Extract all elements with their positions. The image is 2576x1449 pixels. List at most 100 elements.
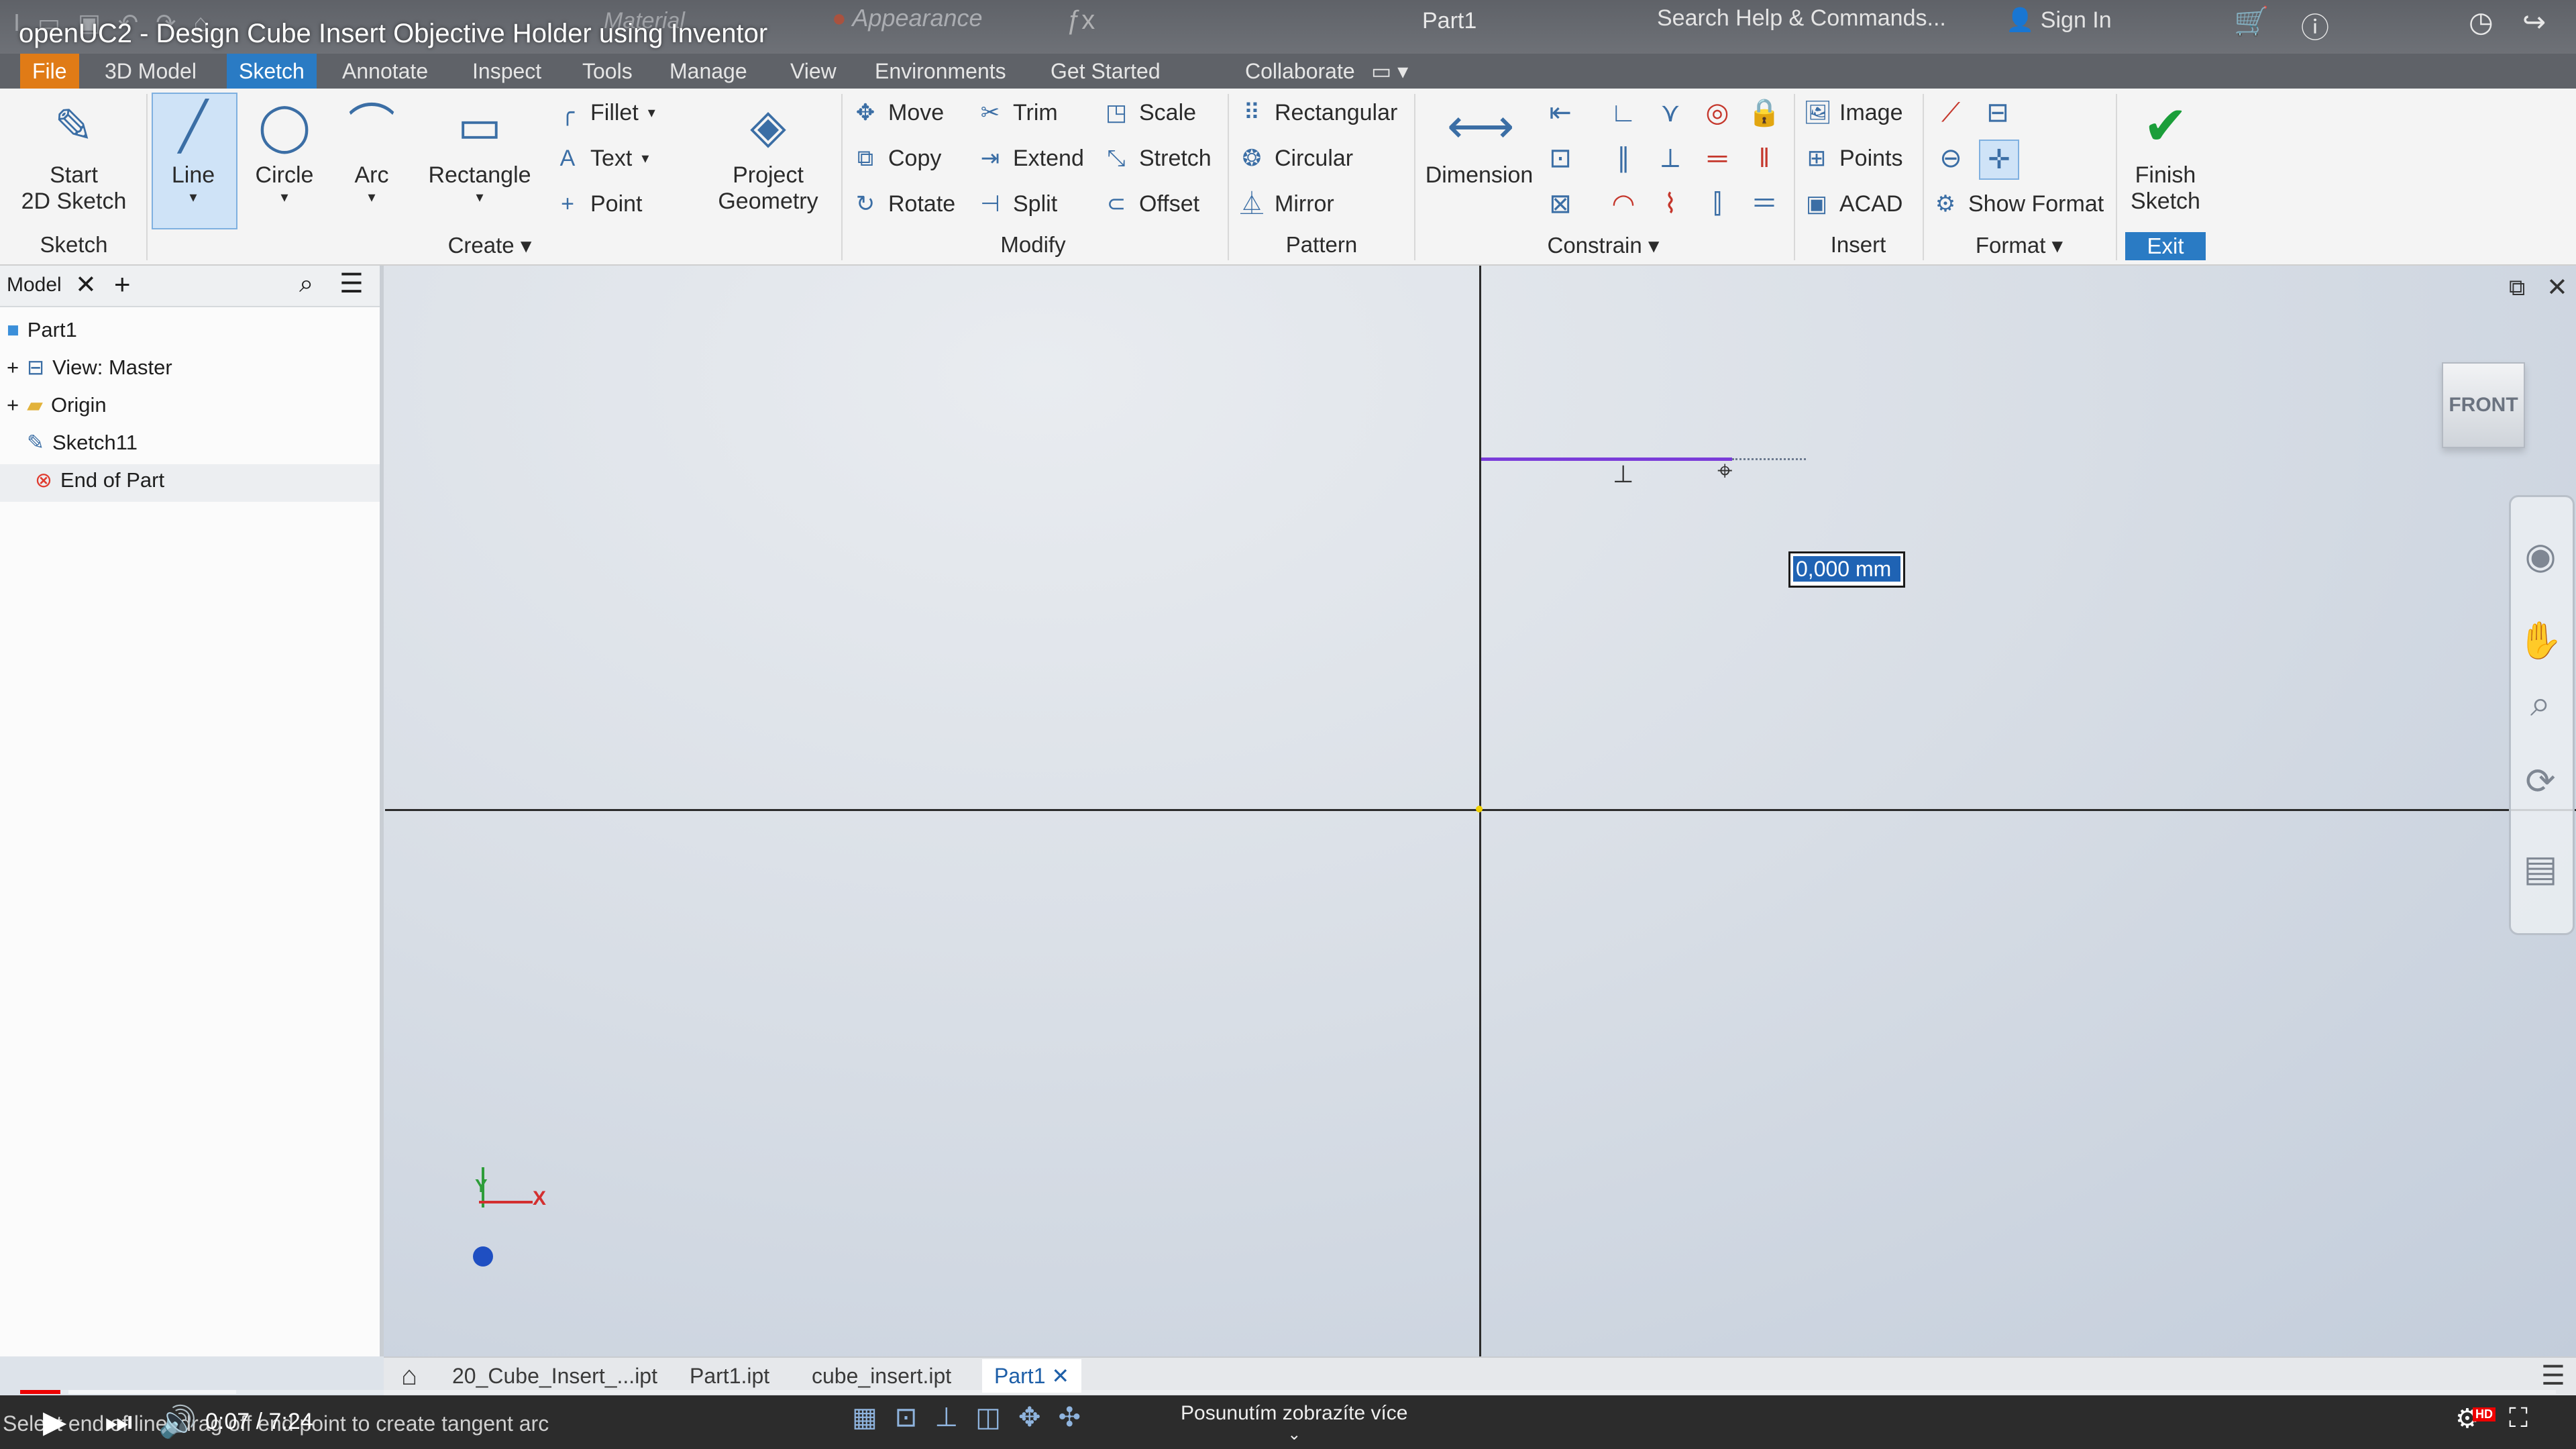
constraint-settings-icon[interactable]: ⊠ <box>1542 185 1579 223</box>
ribbon-display-toggle[interactable]: ▭ ▾ <box>1359 54 1420 89</box>
circular-pattern-button[interactable]: ❂ Circular <box>1238 145 1353 172</box>
tab-sketch[interactable]: Sketch <box>227 54 317 89</box>
add-icon[interactable]: + <box>114 268 131 301</box>
centerline-icon[interactable]: ⊖ <box>1932 140 1970 177</box>
tree-item-part1[interactable]: ■ Part1 <box>7 318 77 342</box>
grid-icon[interactable]: ▦ <box>852 1402 877 1433</box>
rectangle-button[interactable]: ▭ Rectangle ▾ <box>423 94 537 206</box>
tab-collaborate[interactable]: Collaborate <box>1233 54 1367 89</box>
home-tab-icon[interactable]: ⌂ <box>389 1359 429 1393</box>
panel-label-format[interactable]: Format ▾ <box>1959 232 2080 258</box>
circle-button[interactable]: ◯ Circle ▾ <box>243 94 326 206</box>
show-format-button[interactable]: ⚙ Show Format <box>1932 191 2104 217</box>
move-button[interactable]: ✥ Move <box>852 99 944 126</box>
play-icon[interactable]: ▶ <box>43 1403 66 1440</box>
cart-icon[interactable]: 🛒 <box>2234 5 2269 38</box>
share-icon[interactable]: ↪ <box>2522 5 2546 38</box>
panel-label-create[interactable]: Create ▾ <box>402 232 577 258</box>
rectangular-pattern-button[interactable]: ⠿ Rectangular <box>1238 99 1398 126</box>
acad-button[interactable]: ▣ ACAD <box>1803 191 1903 217</box>
tab-manage[interactable]: Manage <box>657 54 759 89</box>
trim-button[interactable]: ✂ Trim <box>977 99 1058 126</box>
help-icon[interactable]: ⓘ <box>2301 5 2329 46</box>
symmetric-icon[interactable]: ⫿ <box>1699 185 1736 223</box>
tab-view[interactable]: View <box>778 54 849 89</box>
video-title[interactable]: openUC2 - Design Cube Insert Objective H… <box>19 19 767 49</box>
expand-icon[interactable]: + <box>7 393 19 417</box>
close-icon[interactable]: ✕ <box>75 270 97 300</box>
smooth-icon[interactable]: ⌇ <box>1652 185 1689 223</box>
close-view-icon[interactable]: ✕ <box>2546 272 2568 303</box>
panel-label-constrain[interactable]: Constrain ▾ <box>1529 232 1677 258</box>
tab-3d-model[interactable]: 3D Model <box>93 54 209 89</box>
video-progress-track[interactable] <box>20 1390 2556 1394</box>
tab-file[interactable]: File <box>20 54 79 89</box>
fullscreen-exit-icon[interactable]: ⛶ <box>2509 1403 2528 1434</box>
sketch-line[interactable] <box>1481 458 1732 461</box>
perpendicular-icon[interactable]: ⟂ <box>1652 140 1689 177</box>
dimension-input[interactable]: 0,000 mm <box>1788 551 1905 588</box>
expand-icon[interactable]: + <box>7 356 19 380</box>
point-button[interactable]: + Point <box>554 191 642 217</box>
fillet-button[interactable]: ╭ Fillet ▾ <box>554 99 655 126</box>
line-button[interactable]: ╱ Line ▾ <box>152 94 235 206</box>
next-icon[interactable]: ⏭ <box>105 1403 132 1441</box>
points-button[interactable]: ⊞ Points <box>1803 145 1903 172</box>
fx-icon[interactable]: ƒx <box>1067 5 1095 36</box>
show-constraints-icon[interactable]: ⊡ <box>1542 140 1579 177</box>
tabs-menu-icon[interactable]: ☰ <box>2529 1359 2576 1393</box>
origin-point[interactable] <box>1476 806 1483 812</box>
horizontal-icon[interactable]: ═ <box>1699 140 1736 177</box>
tangent-icon[interactable]: ◠ <box>1605 185 1642 223</box>
steering-wheel-icon[interactable]: ◉ <box>2517 533 2564 580</box>
finish-sketch-button[interactable]: ✔ Finish Sketch <box>2125 94 2206 215</box>
center-point-icon[interactable]: ✛ <box>1979 140 2019 180</box>
arc-button[interactable]: ⌒ Arc ▾ <box>330 94 413 206</box>
search-icon[interactable]: ⌕ <box>299 270 313 299</box>
sketch-tool-icon[interactable]: ✣ <box>1058 1402 1081 1433</box>
maximize-icon[interactable]: ⧉ <box>2509 275 2525 301</box>
cube-icon[interactable]: ◫ <box>975 1402 1001 1433</box>
tab-inspect[interactable]: Inspect <box>460 54 553 89</box>
browser-tab-model[interactable]: Model <box>7 274 62 297</box>
menu-icon[interactable]: ☰ <box>339 268 364 299</box>
parallel-icon[interactable]: ∥ <box>1605 140 1642 177</box>
image-button[interactable]: 🖼 Image <box>1803 99 1903 126</box>
text-button[interactable]: A Text ▾ <box>554 145 649 172</box>
orbit-icon[interactable]: ⟳ <box>2517 758 2564 805</box>
sign-in-button[interactable]: 👤 Sign In <box>2006 7 2112 34</box>
doc-tab-part1-ipt[interactable]: Part1.ipt <box>678 1359 782 1393</box>
driven-dimension-icon[interactable]: ⊟ <box>1979 94 2017 131</box>
rotate-button[interactable]: ↻ Rotate <box>852 191 955 217</box>
tab-get-started[interactable]: Get Started <box>1038 54 1173 89</box>
search-help-input[interactable]: Search Help & Commands... <box>1657 5 1992 39</box>
zoom-icon[interactable]: ⌕ <box>2517 680 2564 727</box>
watch-later-icon[interactable]: ◷ <box>2469 5 2493 38</box>
coincident-icon[interactable]: ∟ <box>1605 94 1642 131</box>
doc-tab-cube-insert-ipt[interactable]: cube_insert.ipt <box>800 1359 963 1393</box>
tree-item-sketch11[interactable]: ✎ Sketch11 <box>27 431 138 455</box>
stretch-button[interactable]: ⤡ Stretch <box>1103 145 1211 172</box>
move-tool-icon[interactable]: ✥ <box>1018 1402 1041 1433</box>
doc-tab-cube-insert[interactable]: 20_Cube_Insert_...ipt <box>440 1359 669 1393</box>
fix-lock-icon[interactable]: 🔒 <box>1746 94 1783 131</box>
auto-dimension-icon[interactable]: ⇤ <box>1542 94 1579 131</box>
viewcube[interactable]: FRONT <box>2442 362 2525 448</box>
appearance-dropdown[interactable]: ● Appearance <box>832 4 1046 38</box>
close-icon[interactable]: ✕ <box>1051 1364 1069 1388</box>
ortho-icon[interactable]: ⊥ <box>934 1402 958 1433</box>
look-at-icon[interactable]: ▤ <box>2517 845 2564 892</box>
tab-annotate[interactable]: Annotate <box>330 54 440 89</box>
tree-item-end-of-part[interactable]: ⊗ End of Part <box>35 468 164 492</box>
snap-icon[interactable]: ⊡ <box>895 1402 918 1433</box>
split-button[interactable]: ⊣ Split <box>977 191 1057 217</box>
collinear-icon[interactable]: ⋎ <box>1652 94 1689 131</box>
copy-button[interactable]: ⧉ Copy <box>852 145 942 172</box>
doc-tab-part1-active[interactable]: Part1 ✕ <box>982 1359 1082 1393</box>
tab-tools[interactable]: Tools <box>570 54 645 89</box>
scale-button[interactable]: ◳ Scale <box>1103 99 1196 126</box>
tree-item-view-master[interactable]: + ⊟ View: Master <box>7 356 172 380</box>
project-geometry-button[interactable]: ◈ Project Geometry <box>704 94 832 215</box>
mirror-button[interactable]: ⏅ Mirror <box>1238 191 1334 217</box>
tree-item-origin[interactable]: + ▰ Origin <box>7 393 107 417</box>
